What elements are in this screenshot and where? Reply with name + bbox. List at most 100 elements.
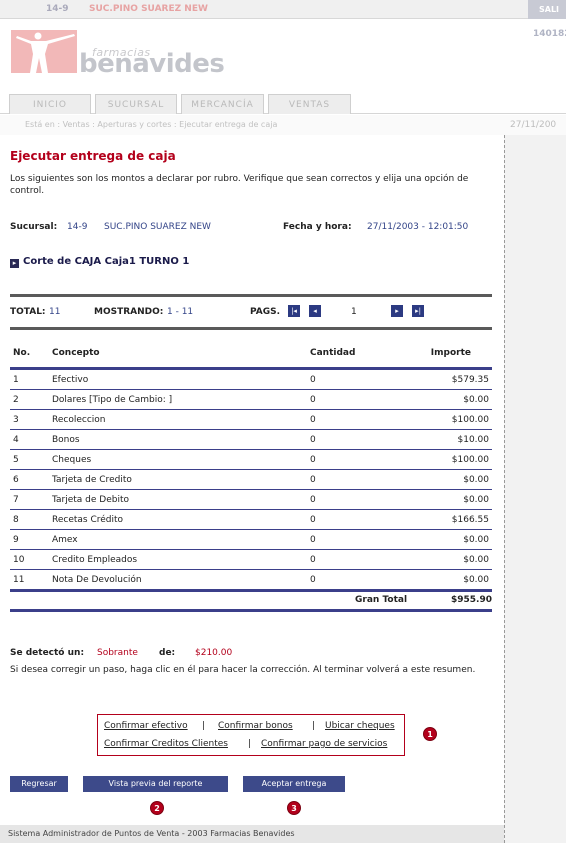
- divider: [10, 294, 492, 297]
- cell-amount: $0.00: [463, 395, 489, 405]
- callout-badge: 2: [150, 801, 164, 815]
- header-code: 140182: [533, 29, 566, 39]
- link-separator: |: [202, 721, 206, 731]
- cell-no: 11: [13, 575, 25, 585]
- cell-no: 1: [13, 375, 19, 385]
- table-row: 11 Nota De Devolución 0 $0.00: [10, 570, 492, 590]
- corte-title: ▸ Corte de CAJA Caja1 TURNO 1: [10, 256, 189, 268]
- tab-sucursal[interactable]: SUCURSAL: [95, 94, 177, 114]
- confirm-cash-link[interactable]: Confirmar efectivo: [104, 721, 188, 731]
- tab-mercancia[interactable]: MERCANCÍA: [181, 94, 264, 114]
- logo-figure-icon: [11, 30, 77, 73]
- pages-label: PAGS.: [250, 307, 281, 317]
- table-row: 9 Amex 0 $0.00: [10, 530, 492, 550]
- breadcrumb-text: Está en : Ventas : Aperturas y cortes : …: [25, 120, 278, 129]
- cell-concept: Tarjeta de Debito: [52, 495, 129, 505]
- table-row: 6 Tarjeta de Credito 0 $0.00: [10, 470, 492, 490]
- cell-no: 4: [13, 435, 19, 445]
- cell-amount: $579.35: [451, 375, 489, 385]
- header-amount: Importe: [430, 348, 471, 358]
- back-button[interactable]: Regresar: [10, 776, 68, 792]
- link-separator: |: [312, 721, 316, 731]
- last-page-icon[interactable]: ▸|: [412, 305, 424, 317]
- cell-no: 2: [13, 395, 19, 405]
- confirm-vouchers-link[interactable]: Confirmar bonos: [218, 721, 293, 731]
- exit-button[interactable]: SALI: [528, 0, 566, 19]
- cell-concept: Credito Empleados: [52, 555, 138, 565]
- breadcrumb: Está en : Ventas : Aperturas y cortes : …: [0, 115, 566, 135]
- cell-amount: $166.55: [451, 515, 489, 525]
- table-row: 4 Bonos 0 $10.00: [10, 430, 492, 450]
- callout-badge: 1: [423, 727, 437, 741]
- cell-qty: 0: [310, 575, 316, 585]
- confirm-client-credits-link[interactable]: Confirmar Creditos Clientes: [104, 739, 228, 749]
- confirm-services-link[interactable]: Confirmar pago de servicios: [261, 739, 387, 749]
- cell-no: 5: [13, 455, 19, 465]
- total-divider: [10, 609, 492, 612]
- showing-label: MOSTRANDO:: [94, 307, 164, 317]
- table-row: 1 Efectivo 0 $579.35: [10, 370, 492, 390]
- cell-concept: Efectivo: [52, 375, 89, 385]
- table-row: 3 Recoleccion 0 $100.00: [10, 410, 492, 430]
- cell-concept: Amex: [52, 535, 78, 545]
- cell-qty: 0: [310, 495, 316, 505]
- page-title: Ejecutar entrega de caja: [10, 149, 176, 163]
- first-page-icon[interactable]: |◂: [288, 305, 300, 317]
- table-row: 7 Tarjeta de Debito 0 $0.00: [10, 490, 492, 510]
- cell-no: 10: [13, 555, 25, 565]
- arrow-right-icon: ▸: [10, 259, 19, 268]
- accept-delivery-button[interactable]: Aceptar entrega: [243, 776, 345, 792]
- cell-concept: Recoleccion: [52, 415, 106, 425]
- branch-name-value: SUC.PINO SUAREZ NEW: [104, 222, 211, 232]
- showing-value: 1 - 11: [167, 307, 194, 317]
- detected-label: Se detectó un:: [10, 648, 85, 658]
- cell-qty: 0: [310, 475, 316, 485]
- cell-qty: 0: [310, 535, 316, 545]
- cell-qty: 0: [310, 455, 316, 465]
- header: farmacias benavides 140182: [0, 19, 566, 91]
- header-no: No.: [13, 348, 31, 358]
- corte-label: Corte de CAJA Caja1 TURNO 1: [23, 256, 190, 267]
- cell-concept: Cheques: [52, 455, 92, 465]
- link-separator: |: [248, 739, 252, 749]
- cell-no: 8: [13, 515, 19, 525]
- cell-no: 9: [13, 535, 19, 545]
- confirmation-links: Confirmar efectivo | Confirmar bonos | U…: [97, 714, 405, 756]
- top-bar: 14-9 SUC.PINO SUAREZ NEW SALI: [0, 0, 566, 19]
- cell-concept: Nota De Devolución: [52, 575, 142, 585]
- header-concept: Concepto: [52, 348, 100, 358]
- preview-report-button[interactable]: Vista previa del reporte: [83, 776, 228, 792]
- cell-amount: $0.00: [463, 535, 489, 545]
- table-divider: [10, 589, 492, 592]
- footer-text: Sistema Administrador de Puntos de Venta…: [8, 829, 295, 838]
- date-value: 27/11/2003 - 12:01:50: [367, 222, 469, 232]
- header-qty: Cantidad: [310, 348, 356, 358]
- cell-qty: 0: [310, 395, 316, 405]
- table-row: 2 Dolares [Tipo de Cambio: ] 0 $0.00: [10, 390, 492, 410]
- breadcrumb-date: 27/11/200: [510, 120, 557, 130]
- cell-qty: 0: [310, 415, 316, 425]
- locate-checks-link[interactable]: Ubicar cheques: [325, 721, 395, 731]
- divider: [10, 327, 492, 330]
- total-value: 11: [49, 307, 61, 317]
- detected-of-label: de:: [159, 648, 176, 658]
- table-row: 10 Credito Empleados 0 $0.00: [10, 550, 492, 570]
- cell-concept: Dolares [Tipo de Cambio: ]: [52, 395, 173, 405]
- prev-page-icon[interactable]: ◂: [309, 305, 321, 317]
- callout-badge: 3: [287, 801, 301, 815]
- current-page: 1: [351, 307, 357, 317]
- branch-label: Sucursal:: [10, 222, 58, 232]
- date-label: Fecha y hora:: [283, 222, 352, 232]
- page-intro: Los siguientes son los montos a declarar…: [10, 174, 469, 196]
- branch-name: SUC.PINO SUAREZ NEW: [89, 4, 208, 14]
- cell-no: 7: [13, 495, 19, 505]
- detected-type: Sobrante: [97, 648, 138, 658]
- next-page-icon[interactable]: ▸: [391, 305, 403, 317]
- tab-ventas[interactable]: VENTAS: [268, 94, 351, 114]
- cell-concept: Recetas Crédito: [52, 515, 124, 525]
- cell-amount: $0.00: [463, 495, 489, 505]
- logo-text: benavides: [79, 49, 225, 79]
- tab-inicio[interactable]: INICIO: [9, 94, 91, 114]
- total-label: TOTAL:: [10, 307, 46, 317]
- cell-qty: 0: [310, 515, 316, 525]
